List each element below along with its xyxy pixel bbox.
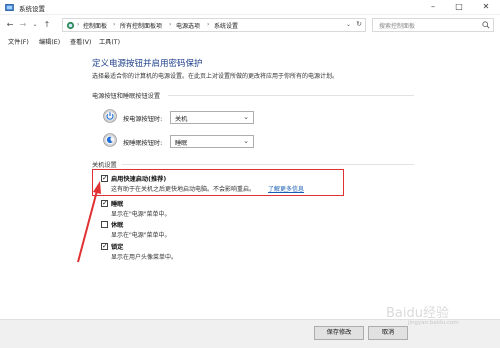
watermark-logo: Baidu经验 (386, 306, 449, 321)
save-button[interactable]: 保存修改 (314, 326, 364, 340)
system-settings-window: 系统设置 – □ ✕ ← → ⌄ ↑ › 控制面板 › 所有控制面板项 › 电源… (0, 0, 500, 348)
watermark-url: jingyan.baidu.com (408, 320, 459, 326)
cancel-button[interactable]: 取消 (368, 326, 408, 340)
annotation-arrow (77, 181, 101, 263)
